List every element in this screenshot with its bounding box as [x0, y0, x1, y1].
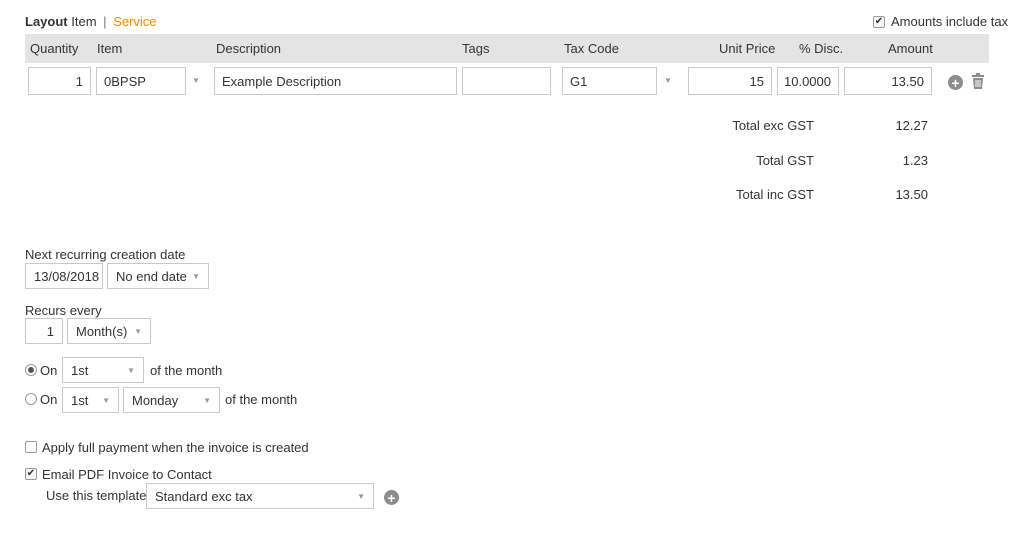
chevron-down-icon: ▼ — [134, 326, 142, 336]
day-of-month-select-value: 1st — [71, 362, 89, 378]
column-header-description: Description — [216, 41, 282, 56]
recurs-unit-select[interactable]: Month(s) ▼ — [67, 318, 151, 344]
layout-service-link[interactable]: Service — [113, 14, 156, 29]
end-date-select[interactable]: No end date ▼ — [107, 263, 209, 289]
apply-full-payment-checkbox[interactable] — [25, 441, 37, 453]
of-the-month-text-1: of the month — [150, 363, 223, 378]
check-icon: ✔ — [874, 15, 884, 27]
plus-glyph: + — [951, 74, 960, 91]
total-inc-gst-label: Total inc GST — [735, 187, 814, 202]
quantity-input[interactable]: 1 — [28, 67, 91, 95]
column-header-amount: Amount — [888, 41, 933, 56]
ordinal-select[interactable]: 1st ▼ — [62, 387, 119, 413]
ordinal-select-value: 1st — [71, 392, 89, 408]
next-recurring-date-input[interactable]: 13/08/2018 — [25, 263, 103, 289]
layout-item-option[interactable]: Item — [71, 14, 96, 29]
column-header-item: Item — [97, 41, 123, 56]
add-template-plus-icon[interactable]: + — [384, 490, 399, 505]
radio-dot — [28, 367, 34, 373]
check-icon: ✔ — [26, 468, 36, 479]
column-header-tags: Tags — [462, 41, 490, 56]
total-gst-value: 1.23 — [902, 153, 928, 168]
plus-glyph: + — [387, 489, 396, 506]
column-header-quantity: Quantity — [30, 41, 79, 56]
column-header-unit-price: Unit Price — [719, 41, 776, 56]
template-label: Use this template — [46, 488, 147, 503]
total-exc-gst-label: Total exc GST — [732, 118, 814, 133]
description-input[interactable]: Example Description — [214, 67, 457, 95]
on-weekday-of-month-radio[interactable] — [25, 393, 37, 405]
item-input[interactable]: 0BPSP — [96, 67, 186, 95]
of-the-month-text-2: of the month — [225, 392, 298, 407]
weekday-select[interactable]: Monday ▼ — [123, 387, 220, 413]
layout-selector: Layout Item | Service — [25, 14, 157, 29]
amounts-include-tax-checkbox[interactable]: ✔ — [873, 15, 885, 28]
next-recurring-date-value: 13/08/2018 — [34, 268, 100, 284]
amounts-include-tax-label: Amounts include tax — [891, 14, 1009, 29]
next-recurring-date-label: Next recurring creation date — [25, 247, 186, 262]
template-select-value: Standard exc tax — [155, 488, 253, 504]
recurs-every-label: Recurs every — [25, 303, 102, 318]
total-inc-gst-value: 13.50 — [895, 187, 928, 202]
unit-price-input[interactable]: 15 — [688, 67, 772, 95]
total-gst-label: Total GST — [756, 153, 814, 168]
recurs-unit-select-value: Month(s) — [76, 323, 128, 339]
layout-label: Layout — [25, 14, 68, 29]
recurs-every-input[interactable]: 1 — [25, 318, 63, 344]
apply-full-payment-label: Apply full payment when the invoice is c… — [42, 440, 309, 455]
discount-input[interactable]: 10.0000 — [777, 67, 839, 95]
table-header — [25, 34, 989, 63]
column-header-discount: % Disc. — [799, 41, 844, 56]
email-pdf-checkbox[interactable]: ✔ — [25, 468, 37, 480]
recurs-every-value: 1 — [46, 323, 54, 339]
amount-input[interactable]: 13.50 — [844, 67, 932, 95]
amounts-include-tax-toggle[interactable]: ✔ Amounts include tax — [873, 14, 1008, 29]
on-day-of-month-radio[interactable] — [25, 364, 37, 376]
weekday-select-value: Monday — [132, 392, 179, 408]
layout-separator: | — [103, 14, 107, 29]
tax-code-dropdown-caret-icon[interactable]: ▼ — [664, 76, 672, 85]
on-weekday-of-month-label: On — [40, 392, 58, 407]
chevron-down-icon: ▼ — [357, 491, 365, 501]
chevron-down-icon: ▼ — [192, 271, 200, 281]
day-of-month-select[interactable]: 1st ▼ — [62, 357, 144, 383]
template-select[interactable]: Standard exc tax ▼ — [146, 483, 374, 509]
chevron-down-icon: ▼ — [102, 395, 110, 405]
total-exc-gst-value: 12.27 — [895, 118, 928, 133]
end-date-select-value: No end date — [116, 268, 187, 284]
item-dropdown-caret-icon[interactable]: ▼ — [192, 76, 200, 85]
tags-input[interactable] — [462, 67, 551, 95]
chevron-down-icon: ▼ — [203, 395, 211, 405]
on-day-of-month-label: On — [40, 363, 58, 378]
add-row-plus-icon[interactable]: + — [948, 75, 963, 90]
column-header-tax-code: Tax Code — [564, 41, 619, 56]
chevron-down-icon: ▼ — [127, 365, 135, 375]
email-pdf-label: Email PDF Invoice to Contact — [42, 467, 212, 482]
tax-code-input[interactable]: G1 — [562, 67, 657, 95]
delete-row-trash-icon[interactable] — [971, 73, 985, 89]
